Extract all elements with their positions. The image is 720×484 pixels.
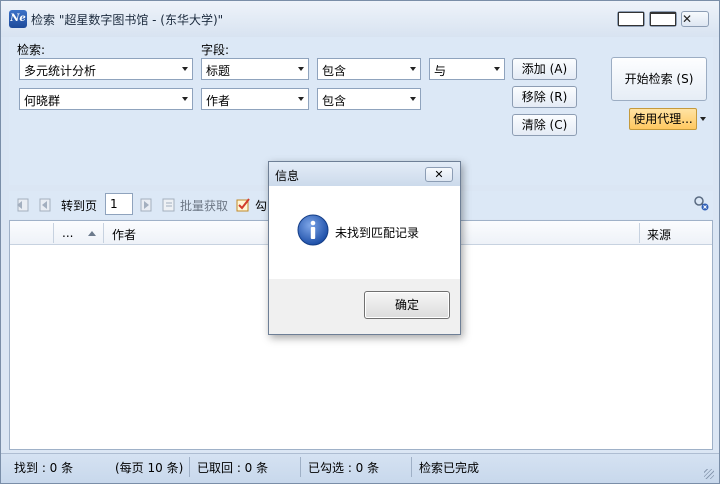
match-select-2[interactable]: 包含 (317, 88, 421, 110)
batch-fetch-label[interactable]: 批量获取 (180, 197, 228, 214)
close-icon: ✕ (682, 12, 693, 26)
goto-page-label: 转到页 (61, 199, 98, 213)
info-dialog: 信息 ✕ 未找到匹配记录 确定 (268, 161, 461, 335)
logic-value-1: 与 (434, 64, 447, 78)
status-divider (189, 457, 190, 477)
fetched-count: 已取回 : 0 条 (197, 461, 269, 475)
checklist-icon[interactable] (235, 197, 251, 213)
info-icon (297, 214, 329, 246)
title-bar: Ne 检索 "超星数字图书馆 - (东华大学)" ✕ (1, 1, 719, 37)
remove-button[interactable]: 移除 (R) (512, 86, 577, 108)
minimize-button[interactable] (617, 11, 645, 27)
search-status: 检索已完成 (419, 461, 480, 475)
dialog-close-button[interactable]: ✕ (425, 167, 453, 182)
next-page-icon[interactable] (138, 197, 154, 213)
chevron-down-icon (298, 97, 304, 101)
column-header-source[interactable]: 来源 (647, 226, 671, 243)
page-number-input[interactable]: 1 (105, 193, 133, 215)
field-value-1: 标题 (206, 64, 231, 78)
column-divider (639, 223, 640, 243)
query-value-2: 何晓群 (24, 94, 61, 108)
field-value-2: 作者 (206, 94, 231, 108)
check-label[interactable]: 勾 (255, 197, 267, 214)
minimize-icon (618, 12, 644, 26)
status-divider (300, 457, 301, 477)
close-button[interactable]: ✕ (681, 11, 709, 27)
maximize-icon (650, 12, 676, 26)
start-search-button[interactable]: 开始检索 (S) (611, 57, 707, 101)
field-select-2[interactable]: 作者 (201, 88, 309, 110)
chevron-down-icon (410, 67, 416, 71)
query-input-2[interactable]: 何晓群 (19, 88, 193, 110)
resize-grip-icon[interactable] (704, 469, 714, 479)
query-value-1: 多元统计分析 (24, 64, 97, 78)
chevron-down-icon (298, 67, 304, 71)
dialog-body: 未找到匹配记录 (269, 186, 460, 279)
ok-button[interactable]: 确定 (364, 291, 450, 319)
match-value-2: 包含 (322, 94, 347, 108)
chevron-down-icon (182, 67, 188, 71)
column-header-title[interactable]: ... (62, 226, 73, 240)
clear-button[interactable]: 清除 (C) (512, 114, 577, 136)
add-button[interactable]: 添加 (A) (512, 58, 577, 80)
chevron-down-icon (410, 97, 416, 101)
dialog-title-bar: 信息 ✕ (269, 162, 460, 186)
query-input-1[interactable]: 多元统计分析 (19, 58, 193, 80)
status-bar: 找到 : 0 条 (每页 10 条) 已取回 : 0 条 已勾选 : 0 条 检… (1, 453, 719, 483)
chevron-down-icon (494, 67, 500, 71)
dialog-title: 信息 (275, 169, 300, 183)
field-label: 字段: (201, 43, 230, 57)
found-count: 找到 : 0 条 (14, 461, 74, 475)
window-title: 检索 "超星数字图书馆 - (东华大学)" (31, 13, 224, 27)
dialog-message: 未找到匹配记录 (335, 226, 420, 240)
query-label: 检索: (17, 43, 46, 57)
app-icon: Ne (9, 10, 27, 28)
status-divider (411, 457, 412, 477)
search-clear-icon[interactable] (693, 195, 709, 211)
main-window: Ne 检索 "超星数字图书馆 - (东华大学)" ✕ 检索: 字段: 多元统计分… (0, 0, 720, 484)
checked-count: 已勾选 : 0 条 (308, 461, 380, 475)
field-select-1[interactable]: 标题 (201, 58, 309, 80)
match-select-1[interactable]: 包含 (317, 58, 421, 80)
column-header-author[interactable]: 作者 (112, 226, 136, 243)
column-divider (103, 223, 104, 243)
match-value-1: 包含 (322, 64, 347, 78)
prev-page-icon[interactable] (37, 197, 53, 213)
batch-fetch-icon[interactable] (161, 197, 177, 213)
sort-ascending-icon (88, 231, 96, 236)
maximize-button[interactable] (649, 11, 677, 27)
proxy-dropdown-icon[interactable] (700, 117, 706, 121)
logic-select-1[interactable]: 与 (429, 58, 505, 80)
column-divider (53, 223, 54, 243)
per-page-count: (每页 10 条) (115, 461, 184, 475)
first-page-icon[interactable] (15, 197, 31, 213)
chevron-down-icon (182, 97, 188, 101)
use-proxy-button[interactable]: 使用代理... (629, 108, 697, 130)
